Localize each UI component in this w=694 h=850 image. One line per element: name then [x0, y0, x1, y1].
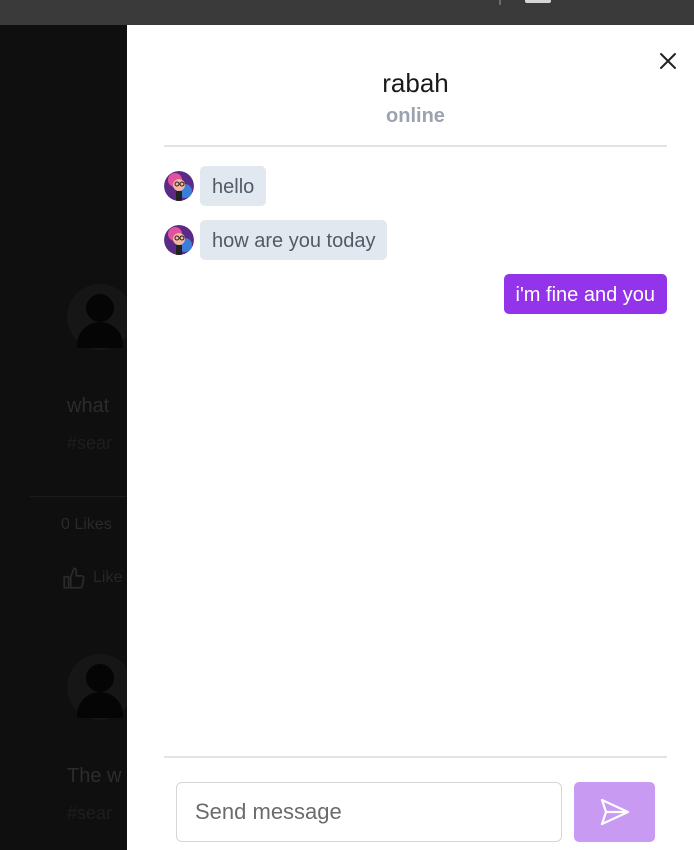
chat-drawer: rabah online hello how are you today i'm… [127, 25, 694, 850]
post-tag: #sear [67, 803, 113, 823]
post-text: what [67, 395, 110, 417]
post-avatar [67, 654, 133, 720]
message-input[interactable] [176, 782, 562, 842]
chat-header: rabah online [164, 65, 667, 131]
send-button[interactable] [574, 782, 655, 842]
footer-divider [164, 756, 667, 758]
message-row: i'm fine and you [164, 274, 667, 314]
post-avatar [67, 284, 133, 350]
thumbs-up-icon [63, 567, 85, 589]
outgoing-message: i'm fine and you [503, 274, 667, 314]
browser-top-bar [0, 0, 694, 25]
post-text: The w [67, 765, 122, 787]
message-row: hello [164, 166, 667, 206]
incoming-message: how are you today [200, 220, 388, 260]
message-row: how are you today [164, 220, 667, 260]
toolbar-separator [499, 0, 501, 5]
post-like-button[interactable]: Like [61, 565, 122, 591]
avatar-icon [164, 171, 194, 201]
message-list: hello how are you today i'm fine and you [164, 166, 667, 328]
post-like-label: Like [93, 569, 123, 586]
post-divider [30, 496, 130, 497]
toolbar-icon[interactable] [525, 0, 551, 3]
contact-name: rabah [382, 68, 449, 98]
post-likes-count: 0 Likes [61, 516, 112, 533]
avatar-icon [164, 225, 194, 255]
incoming-message: hello [200, 166, 267, 206]
send-icon [600, 798, 629, 826]
post-tag: #sear [67, 433, 113, 453]
contact-status: online [386, 105, 445, 127]
header-divider [164, 145, 667, 147]
